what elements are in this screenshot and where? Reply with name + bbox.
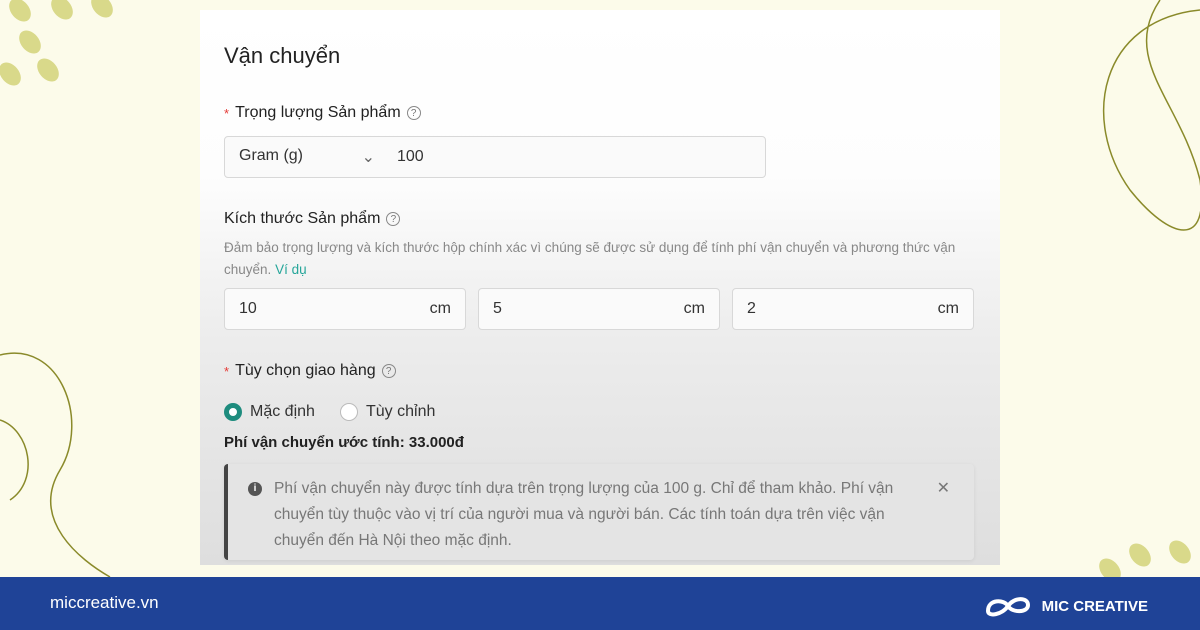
delivery-label: * Tùy chọn giao hàng?: [224, 362, 396, 380]
info-alert: i Phí vận chuyển này được tính dựa trên …: [224, 464, 974, 560]
radio-default[interactable]: Mặc định: [224, 403, 315, 421]
website-text: miccreative.vn: [50, 593, 159, 612]
height-input[interactable]: 2 cm: [732, 288, 974, 330]
close-icon[interactable]: ✕: [937, 476, 950, 502]
help-icon[interactable]: ?: [406, 106, 421, 120]
length-input[interactable]: 10 cm: [224, 288, 466, 330]
section-title: Vận chuyển: [224, 43, 341, 68]
example-link[interactable]: Ví dụ: [275, 262, 307, 277]
weight-label: * Trọng lượng Sản phẩm?: [224, 104, 421, 122]
info-icon: i: [248, 482, 262, 496]
estimated-fee: Phí vận chuyển ước tính: 33.000đ: [224, 434, 464, 451]
footer: miccreative.vn MIC CREATIVE: [0, 577, 1200, 630]
weight-input-group: Gram (g) ⌄ 100: [224, 136, 766, 178]
dimensions-description: Đảm bảo trọng lượng và kích thước hộp ch…: [224, 240, 956, 277]
help-icon[interactable]: ?: [381, 364, 396, 378]
infinity-logo-icon: [985, 597, 1030, 617]
weight-unit-select[interactable]: Gram (g) ⌄: [225, 147, 385, 167]
chevron-down-icon: ⌄: [361, 149, 375, 166]
width-input[interactable]: 5 cm: [478, 288, 720, 330]
dimensions-label: Kích thước Sản phẩm?: [224, 210, 401, 228]
shipping-panel: Vận chuyển * Trọng lượng Sản phẩm? Gram (…: [200, 10, 1000, 565]
radio-custom[interactable]: Tùy chỉnh: [340, 403, 435, 421]
brand-logo: MIC CREATIVE: [984, 593, 1148, 619]
help-icon[interactable]: ?: [386, 212, 401, 226]
weight-input[interactable]: 100: [385, 148, 424, 166]
